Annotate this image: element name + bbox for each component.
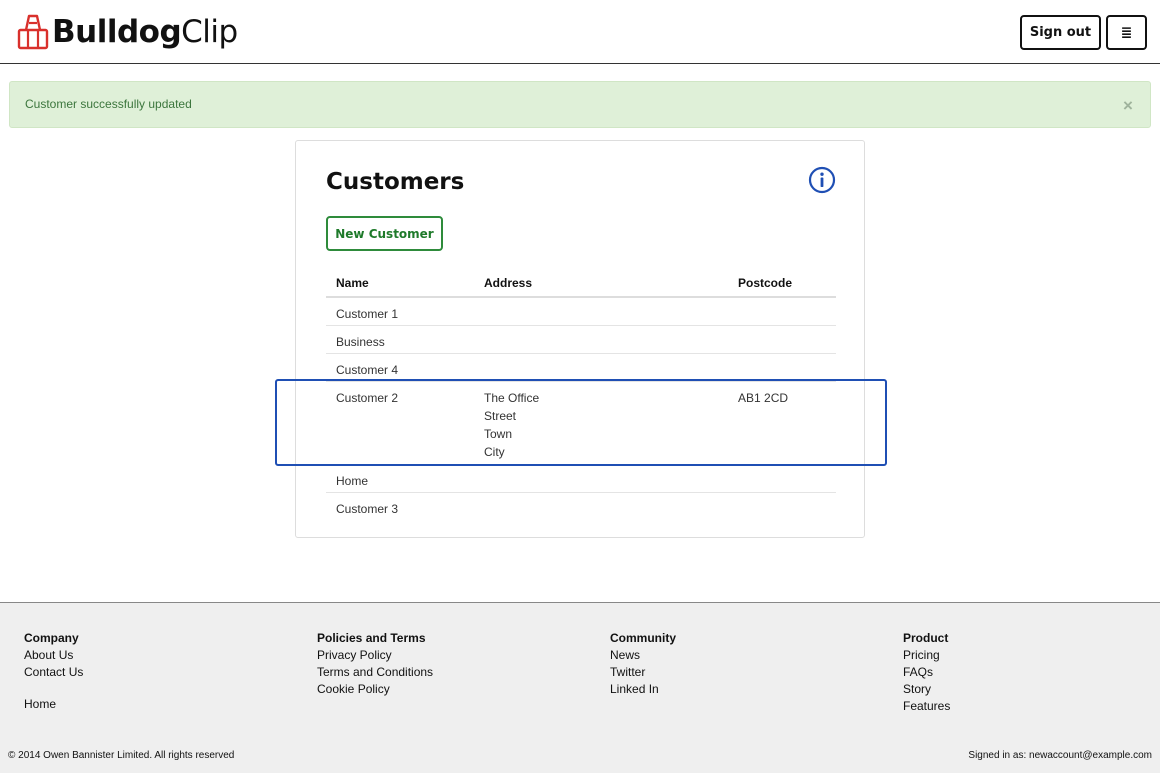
footer-column-product: Product Pricing FAQs Story Features — [903, 630, 950, 715]
footer-link-features[interactable]: Features — [903, 698, 950, 715]
address-line: City — [484, 445, 505, 459]
customers-panel: Customers New Customer Name Address Post… — [295, 140, 865, 538]
footer-link-linkedin[interactable]: Linked In — [610, 681, 676, 698]
menu-icon: ≣ — [1120, 24, 1133, 41]
customers-table: Name Address Postcode Customer 1 Busines… — [326, 269, 836, 521]
sign-out-button[interactable]: Sign out — [1020, 15, 1101, 50]
column-header-postcode[interactable]: Postcode — [738, 276, 792, 290]
brand-name-light: Clip — [181, 14, 238, 50]
footer-link-contact-us[interactable]: Contact Us — [24, 664, 83, 681]
footer-column-company: Company About Us Contact Us Home — [24, 630, 83, 713]
customer-name: Customer 1 — [336, 307, 399, 321]
table-header: Name Address Postcode — [326, 269, 836, 298]
customer-name: Home — [336, 474, 369, 488]
footer-link-home[interactable]: Home — [24, 696, 83, 713]
new-customer-button[interactable]: New Customer — [326, 216, 443, 251]
footer-column-community: Community News Twitter Linked In — [610, 630, 676, 698]
close-icon[interactable]: × — [1123, 96, 1133, 116]
footer-link-pricing[interactable]: Pricing — [903, 647, 950, 664]
customer-name: Customer 4 — [336, 363, 399, 377]
table-row[interactable]: Customer 4 — [326, 354, 836, 382]
footer-link-about-us[interactable]: About Us — [24, 647, 83, 664]
footer-link-privacy-policy[interactable]: Privacy Policy — [317, 647, 433, 664]
footer-link-cookie-policy[interactable]: Cookie Policy — [317, 681, 433, 698]
column-header-name[interactable]: Name — [336, 276, 369, 290]
table-row[interactable]: Customer 1 — [326, 298, 836, 326]
table-row[interactable]: Customer 3 — [326, 493, 836, 521]
address-line: Street — [484, 409, 517, 423]
menu-button[interactable]: ≣ — [1106, 15, 1147, 50]
table-row[interactable]: Home — [326, 465, 836, 493]
alert-message: Customer successfully updated — [25, 97, 192, 111]
brand-logo[interactable]: BulldogClip — [16, 14, 238, 50]
customer-name: Business — [336, 335, 385, 349]
footer-heading: Product — [903, 631, 949, 645]
customer-address: The Office Street Town City — [484, 389, 539, 461]
success-alert: Customer successfully updated × — [9, 81, 1151, 128]
bulldog-clip-icon — [17, 14, 49, 50]
page-footer: Company About Us Contact Us Home Policie… — [0, 602, 1160, 773]
page-title: Customers — [326, 169, 465, 195]
footer-link-terms[interactable]: Terms and Conditions — [317, 664, 433, 681]
footer-link-twitter[interactable]: Twitter — [610, 664, 676, 681]
footer-link-news[interactable]: News — [610, 647, 676, 664]
footer-heading: Company — [24, 631, 79, 645]
copyright-text: © 2014 Owen Bannister Limited. All right… — [8, 750, 235, 761]
info-icon[interactable] — [808, 166, 836, 194]
brand-name-bold: Bulldog — [52, 14, 182, 50]
footer-link-faqs[interactable]: FAQs — [903, 664, 950, 681]
footer-heading: Community — [610, 631, 676, 645]
footer-heading: Policies and Terms — [317, 631, 426, 645]
customer-name: Customer 3 — [336, 502, 399, 516]
address-line: Town — [484, 427, 513, 441]
table-row[interactable]: Business — [326, 326, 836, 354]
top-header: BulldogClip Sign out ≣ — [0, 0, 1160, 64]
footer-column-policies: Policies and Terms Privacy Policy Terms … — [317, 630, 433, 698]
signed-in-status: Signed in as: newaccount@example.com — [968, 750, 1152, 761]
footer-link-story[interactable]: Story — [903, 681, 950, 698]
brand-name: BulldogClip — [52, 14, 238, 50]
customer-postcode: AB1 2CD — [738, 391, 789, 405]
customer-name: Customer 2 — [336, 391, 399, 405]
table-row[interactable]: Customer 2 The Office Street Town City A… — [326, 382, 836, 465]
address-line: The Office — [484, 391, 540, 405]
column-header-address[interactable]: Address — [484, 276, 532, 290]
